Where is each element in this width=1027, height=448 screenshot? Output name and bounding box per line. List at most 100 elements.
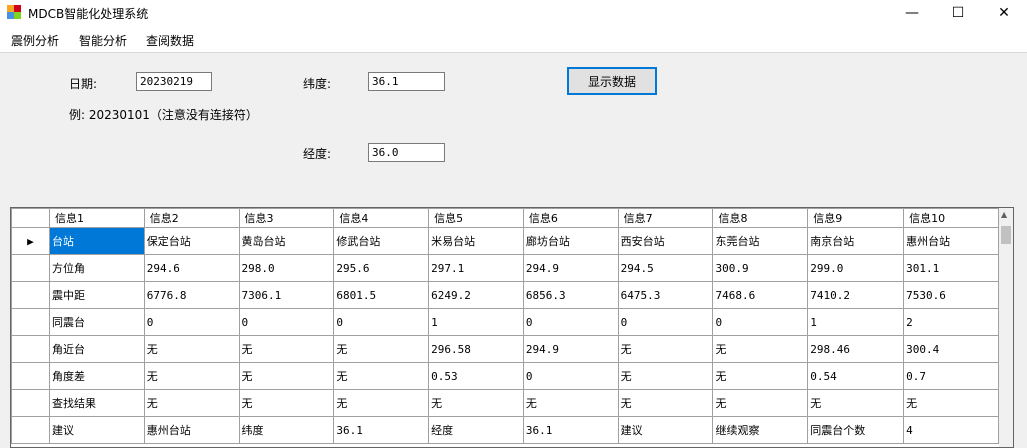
table-cell[interactable]: 无: [238, 389, 335, 417]
table-cell[interactable]: 修武台站: [333, 227, 430, 255]
table-cell[interactable]: 0: [712, 308, 809, 336]
row-header[interactable]: [11, 389, 50, 417]
table-cell[interactable]: 6475.3: [617, 281, 714, 309]
row-name-cell[interactable]: 台站: [48, 227, 145, 255]
column-header[interactable]: 信息7: [617, 208, 714, 228]
column-header[interactable]: 信息5: [428, 208, 524, 228]
table-cell[interactable]: 296.58: [428, 335, 524, 363]
column-header[interactable]: 信息9: [807, 208, 905, 228]
scroll-up-icon[interactable]: ▲: [1001, 210, 1007, 219]
table-cell[interactable]: 米易台站: [428, 227, 524, 255]
table-cell[interactable]: 7468.6: [712, 281, 809, 309]
maximize-button[interactable]: ☐: [935, 0, 981, 26]
date-input[interactable]: [136, 72, 212, 91]
table-cell[interactable]: 294.9: [522, 335, 619, 363]
table-cell[interactable]: 6801.5: [333, 281, 430, 309]
table-cell[interactable]: 294.6: [143, 254, 240, 282]
table-cell[interactable]: 无: [238, 335, 335, 363]
table-cell[interactable]: 295.6: [333, 254, 430, 282]
table-cell[interactable]: 0: [333, 308, 430, 336]
table-cell[interactable]: 无: [903, 389, 999, 417]
table-cell[interactable]: 南京台站: [807, 227, 905, 255]
corner-cell[interactable]: [11, 208, 50, 228]
table-cell[interactable]: 7306.1: [238, 281, 335, 309]
table-cell[interactable]: 无: [143, 335, 240, 363]
table-cell[interactable]: 6856.3: [522, 281, 619, 309]
row-name-cell[interactable]: 查找结果: [48, 389, 145, 417]
column-header[interactable]: 信息8: [712, 208, 809, 228]
table-cell[interactable]: 298.46: [807, 335, 905, 363]
table-cell[interactable]: 7530.6: [903, 281, 999, 309]
table-cell[interactable]: 0: [238, 308, 335, 336]
row-name-cell[interactable]: 角近台: [48, 335, 145, 363]
table-cell[interactable]: 36.1: [333, 416, 430, 444]
column-header[interactable]: 信息3: [238, 208, 335, 228]
table-cell[interactable]: 纬度: [238, 416, 335, 444]
table-cell[interactable]: 无: [333, 335, 430, 363]
table-cell[interactable]: 0.53: [428, 362, 524, 390]
table-cell[interactable]: 无: [712, 389, 809, 417]
table-cell[interactable]: 299.0: [807, 254, 905, 282]
table-cell[interactable]: 0.7: [903, 362, 999, 390]
table-cell[interactable]: 无: [712, 335, 809, 363]
row-name-cell[interactable]: 震中距: [48, 281, 145, 309]
table-cell[interactable]: 4: [903, 416, 999, 444]
column-header[interactable]: 信息4: [333, 208, 430, 228]
column-header[interactable]: 信息10: [903, 208, 999, 228]
table-cell[interactable]: 294.5: [617, 254, 714, 282]
table-cell[interactable]: 无: [143, 389, 240, 417]
row-header[interactable]: [11, 416, 50, 444]
column-header[interactable]: 信息1: [48, 208, 145, 228]
table-cell[interactable]: 6776.8: [143, 281, 240, 309]
table-cell[interactable]: 6249.2: [428, 281, 524, 309]
table-cell[interactable]: 1: [807, 308, 905, 336]
table-cell[interactable]: 1: [428, 308, 524, 336]
table-cell[interactable]: 无: [333, 362, 430, 390]
row-header[interactable]: [11, 362, 50, 390]
table-cell[interactable]: 无: [617, 389, 714, 417]
table-cell[interactable]: 东莞台站: [712, 227, 809, 255]
table-cell[interactable]: 继续观察: [712, 416, 809, 444]
minimize-button[interactable]: —: [889, 0, 935, 26]
close-button[interactable]: ✕: [981, 0, 1027, 26]
table-cell[interactable]: 0: [522, 362, 619, 390]
table-cell[interactable]: 0: [617, 308, 714, 336]
table-cell[interactable]: 西安台站: [617, 227, 714, 255]
row-header[interactable]: [11, 308, 50, 336]
row-header[interactable]: [11, 281, 50, 309]
table-cell[interactable]: 同震台个数: [807, 416, 905, 444]
row-header[interactable]: [11, 335, 50, 363]
table-cell[interactable]: 无: [617, 362, 714, 390]
table-cell[interactable]: 无: [617, 335, 714, 363]
row-name-cell[interactable]: 建议: [48, 416, 145, 444]
data-grid[interactable]: 信息1 信息2 信息3 信息4 信息5 信息6 信息7 信息8 信息9 信息10…: [10, 207, 1014, 448]
table-cell[interactable]: 2: [903, 308, 999, 336]
table-cell[interactable]: 300.4: [903, 335, 999, 363]
row-name-cell[interactable]: 方位角: [48, 254, 145, 282]
table-cell[interactable]: 300.9: [712, 254, 809, 282]
table-cell[interactable]: 无: [807, 389, 905, 417]
table-cell[interactable]: 惠州台站: [903, 227, 999, 255]
row-header[interactable]: [11, 254, 50, 282]
table-cell[interactable]: 0: [522, 308, 619, 336]
table-cell[interactable]: 0: [143, 308, 240, 336]
table-cell[interactable]: 无: [712, 362, 809, 390]
table-cell[interactable]: 黄岛台站: [238, 227, 335, 255]
row-header[interactable]: ▶: [11, 227, 50, 255]
table-cell[interactable]: 经度: [428, 416, 524, 444]
table-cell[interactable]: 36.1: [522, 416, 619, 444]
longitude-input[interactable]: [368, 143, 445, 162]
table-cell[interactable]: 无: [333, 389, 430, 417]
table-cell[interactable]: 298.0: [238, 254, 335, 282]
latitude-input[interactable]: [368, 72, 445, 91]
show-data-button[interactable]: 显示数据: [567, 67, 657, 95]
row-name-cell[interactable]: 角度差: [48, 362, 145, 390]
menu-smart-analysis[interactable]: 智能分析: [79, 32, 127, 49]
table-cell[interactable]: 无: [238, 362, 335, 390]
table-cell[interactable]: 无: [522, 389, 619, 417]
table-cell[interactable]: 294.9: [522, 254, 619, 282]
table-cell[interactable]: 建议: [617, 416, 714, 444]
table-cell[interactable]: 无: [143, 362, 240, 390]
menu-view-data[interactable]: 查阅数据: [146, 32, 194, 49]
table-cell[interactable]: 无: [428, 389, 524, 417]
